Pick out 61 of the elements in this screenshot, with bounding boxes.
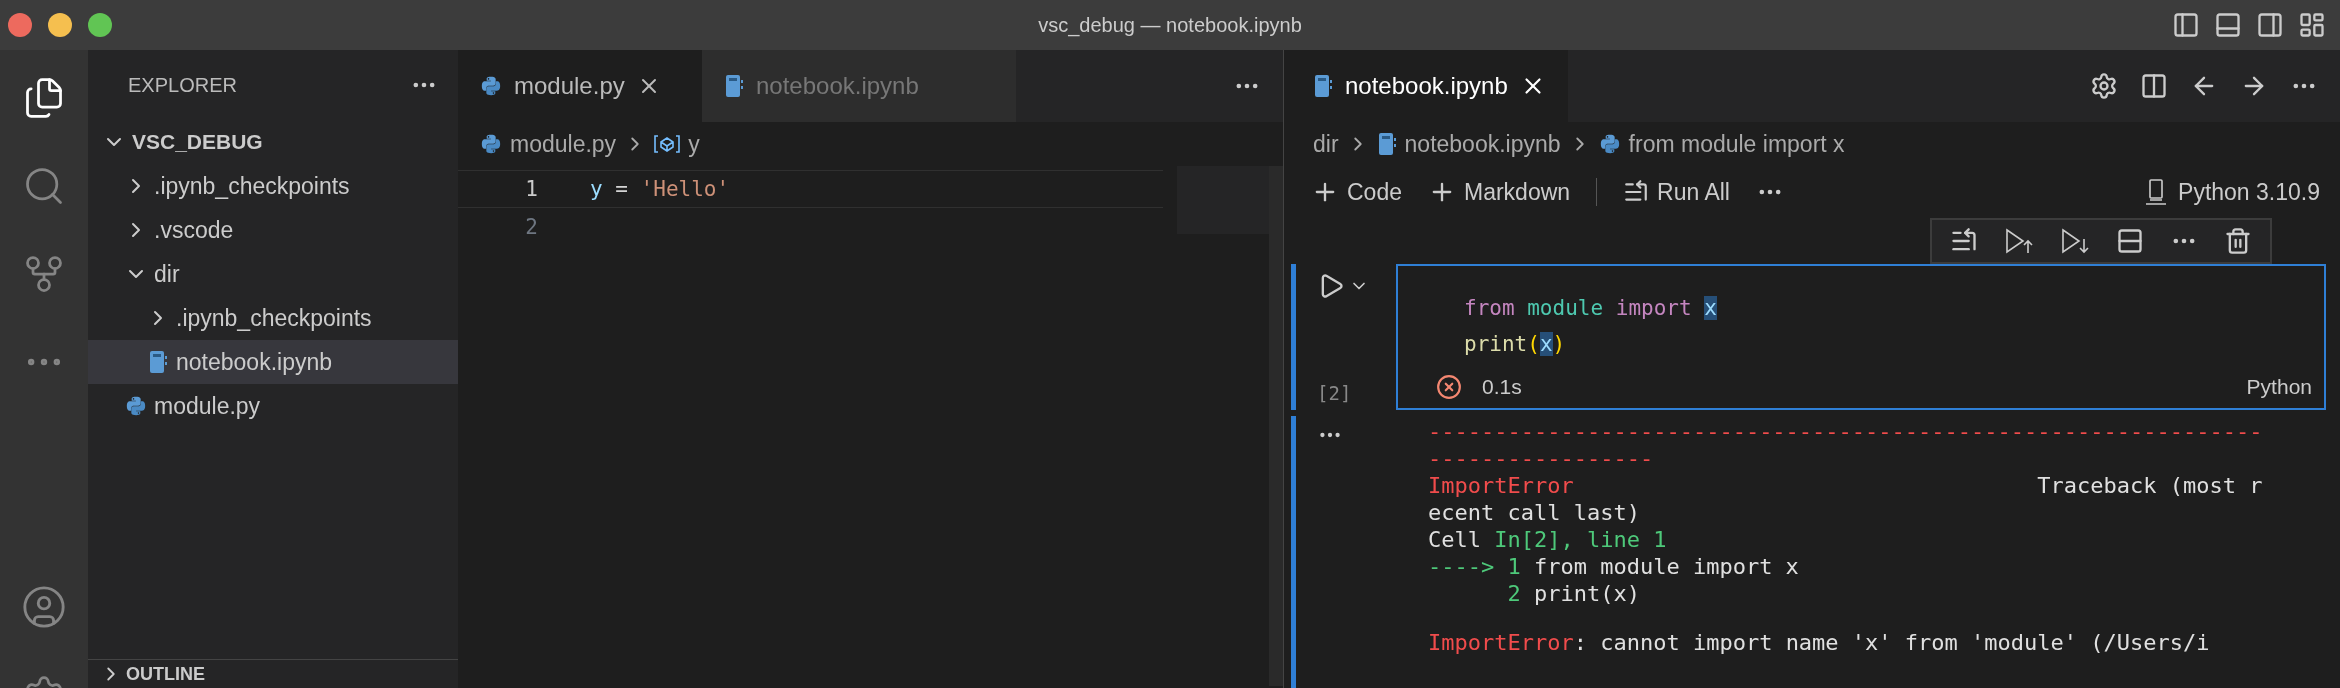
breadcrumb-item[interactable]: module.py (480, 130, 617, 158)
python-icon (125, 395, 147, 417)
layout-icon[interactable] (2298, 11, 2326, 39)
tree-item[interactable]: .ipynb_checkpoints (88, 296, 458, 340)
output-line: ecent call last) (1428, 499, 1641, 526)
outline-header[interactable]: OUTLINE (88, 659, 458, 688)
tree-item[interactable]: notebook.ipynb (88, 340, 458, 384)
add-cell-button[interactable]: Code (1311, 178, 1402, 206)
editor-tab[interactable]: module.py (458, 50, 702, 122)
run-above-icon[interactable] (2004, 227, 2034, 255)
notebook-icon (724, 74, 744, 98)
add-cell-button[interactable]: Markdown (1428, 178, 1571, 206)
split-editor-icon[interactable] (2140, 72, 2168, 100)
tree-item[interactable]: .ipynb_checkpoints (88, 164, 458, 208)
output-line: ----------------- (1428, 445, 1655, 472)
code-cell[interactable]: from module import x print(x) 0.1s Python (1396, 264, 2326, 410)
output-line: ImportError: cannot import name 'x' from 'module' (/Users/i (1428, 629, 2211, 656)
run-all-button[interactable]: Run All (1623, 178, 1730, 206)
breadcrumb-item[interactable]: dir (1313, 130, 1339, 158)
code-line: 1 y = 'Hello' (458, 170, 1163, 208)
breadcrumb-item[interactable]: y (654, 130, 700, 158)
tree-item[interactable]: .vscode (88, 208, 458, 252)
python-icon (1598, 133, 1621, 155)
output-line: Cell In[2], line 1 (1428, 526, 1668, 553)
delete-icon[interactable] (2224, 227, 2252, 255)
output-line: 2 print(x) (1506, 580, 1641, 607)
minimize-window-button[interactable] (48, 13, 72, 37)
execution-time: 0.1s (1482, 375, 1522, 399)
account-icon[interactable] (21, 584, 67, 630)
kernel-picker[interactable]: Python 3.10.9 (2144, 178, 2320, 206)
python-icon (480, 133, 502, 155)
python-icon (480, 75, 502, 97)
explorer-title: EXPLORER (128, 73, 237, 97)
cell-language[interactable]: Python (2246, 375, 2312, 399)
notebook-icon (1376, 132, 1397, 156)
symbol-icon (654, 134, 681, 154)
notebook-icon (1313, 74, 1333, 98)
notebook-icon (148, 350, 168, 374)
tree-item[interactable]: module.py (88, 384, 458, 428)
tree-item[interactable]: VSC_DEBUG (88, 120, 458, 164)
maximize-window-button[interactable] (88, 13, 112, 37)
code-line: 2 (524, 214, 539, 241)
panel-left-icon[interactable] (2172, 11, 2200, 39)
scrollbar[interactable] (1269, 166, 1283, 686)
breadcrumb-item[interactable]: notebook.ipynb (1376, 130, 1561, 158)
editor-tab[interactable]: notebook.ipynb (1291, 50, 1568, 122)
split-cell-icon[interactable] (2116, 227, 2144, 255)
output-line: ImportError Traceback (most r (1428, 472, 2264, 499)
execution-count: [2] (1317, 382, 1353, 404)
output-line: ----> 1 from module import x (1428, 553, 1800, 580)
kernel-icon (2144, 178, 2169, 206)
code-line: from module import x (1464, 295, 1718, 322)
window-title: vsc_debug — notebook.ipynb (1038, 13, 1302, 37)
run-below-icon[interactable] (2060, 227, 2090, 255)
code-line: print(x) (1464, 331, 1567, 358)
output-line: --------------------------------------------------------------- (1428, 418, 2264, 445)
breadcrumb-item[interactable]: from module import x (1598, 130, 1845, 158)
panel-right-icon[interactable] (2256, 11, 2284, 39)
close-window-button[interactable] (8, 13, 32, 37)
panel-bottom-icon[interactable] (2214, 11, 2242, 39)
tree-item[interactable]: dir (88, 252, 458, 296)
